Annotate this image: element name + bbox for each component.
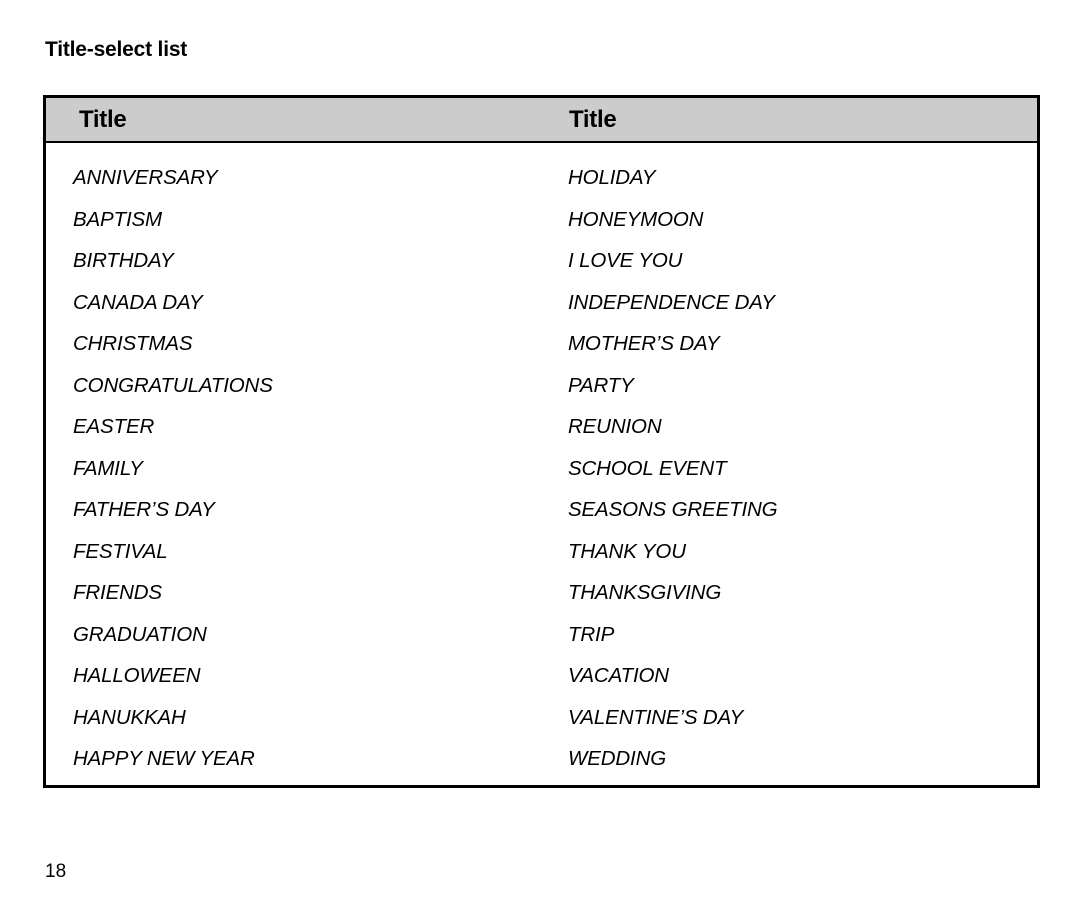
column-header-title-right: Title: [569, 105, 617, 133]
list-item[interactable]: FESTIVAL: [73, 531, 273, 573]
list-item[interactable]: THANKSGIVING: [568, 572, 777, 614]
list-item[interactable]: HONEYMOON: [568, 199, 777, 241]
column-header-title-left: Title: [79, 105, 127, 133]
list-item[interactable]: SCHOOL EVENT: [568, 448, 777, 490]
title-select-table: Title Title ANNIVERSARY BAPTISM BIRTHDAY CA…: [43, 95, 1040, 788]
list-item[interactable]: REUNION: [568, 406, 777, 448]
list-item[interactable]: CHRISTMAS: [73, 323, 273, 365]
list-item[interactable]: CONGRATULATIONS: [73, 365, 273, 407]
list-item[interactable]: HALLOWEEN: [73, 655, 273, 697]
list-item[interactable]: BAPTISM: [73, 199, 273, 241]
list-item[interactable]: MOTHER’S DAY: [568, 323, 777, 365]
title-column-right: HOLIDAY HONEYMOON I LOVE YOU INDEPENDENCE D…: [568, 143, 778, 780]
list-item[interactable]: VALENTINE’S DAY: [568, 697, 777, 739]
list-item[interactable]: BIRTHDAY: [73, 240, 273, 282]
table-header-row: Title Title: [46, 98, 1037, 143]
list-item[interactable]: SEASONS GREETING: [568, 489, 778, 531]
list-item[interactable]: HOLIDAY: [568, 157, 777, 199]
list-item[interactable]: THANK YOU: [568, 531, 777, 573]
list-item[interactable]: FAMILY: [73, 448, 273, 490]
list-item[interactable]: VACATION: [568, 655, 777, 697]
document-page: Title-select list Title Title ANNIVERSAR…: [0, 0, 1080, 909]
page-title: Title-select list: [45, 38, 188, 61]
page-number: 18: [45, 861, 67, 882]
list-item[interactable]: I LOVE YOU: [568, 240, 777, 282]
table-body: ANNIVERSARY BAPTISM BIRTHDAY CANADA DAY CHRI…: [46, 143, 1037, 785]
list-item[interactable]: INDEPENDENCE DAY: [568, 282, 777, 324]
title-column-left: ANNIVERSARY BAPTISM BIRTHDAY CANADA DAY CHRI…: [73, 143, 273, 780]
list-item[interactable]: EASTER: [73, 406, 273, 448]
list-item[interactable]: HANUKKAH: [73, 697, 273, 739]
list-item[interactable]: CANADA DAY: [73, 282, 273, 324]
list-item[interactable]: HAPPY NEW YEAR: [73, 738, 273, 780]
list-item[interactable]: ANNIVERSARY: [73, 157, 273, 199]
list-item[interactable]: TRIP: [568, 614, 777, 656]
list-item[interactable]: GRADUATION: [73, 614, 273, 656]
list-item[interactable]: PARTY: [568, 365, 777, 407]
list-item[interactable]: WEDDING: [568, 738, 777, 780]
list-item[interactable]: FATHER’S DAY: [73, 489, 273, 531]
list-item[interactable]: FRIENDS: [73, 572, 273, 614]
